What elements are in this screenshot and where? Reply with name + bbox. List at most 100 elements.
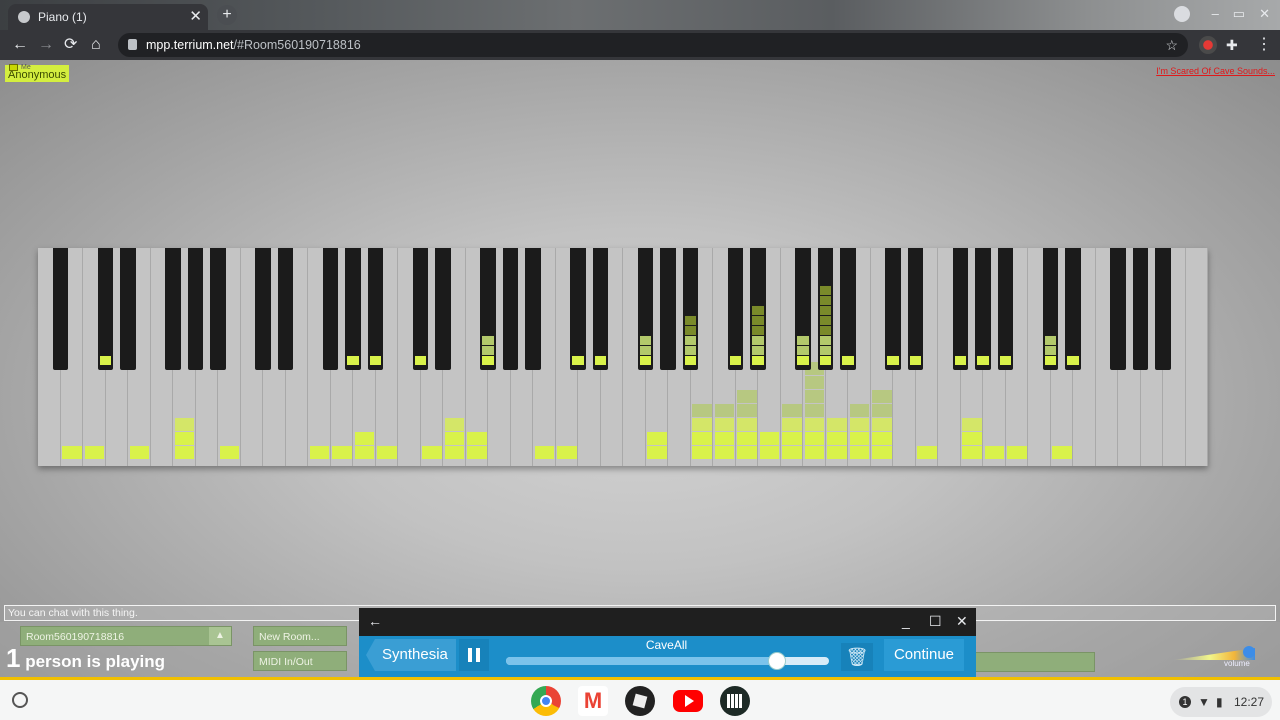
player-count-number: 1 (6, 643, 21, 673)
note-block (752, 326, 764, 335)
record-extension-icon[interactable] (1199, 36, 1217, 54)
white-key[interactable] (1185, 248, 1208, 466)
black-key[interactable] (210, 248, 226, 370)
room-info-link[interactable]: I'm Scared Of Cave Sounds... (1156, 66, 1275, 76)
midi-button[interactable]: MIDI In/Out (253, 651, 347, 671)
note-block (797, 336, 809, 345)
note-block (714, 418, 734, 431)
address-bar[interactable]: mpp.terrium.net/#Room560190718816 ☆ (118, 33, 1188, 57)
black-key[interactable] (255, 248, 271, 370)
extra-button[interactable] (975, 652, 1095, 672)
volume-knob[interactable] (1243, 646, 1255, 658)
browser-tab[interactable]: Piano (1) ✕ (8, 4, 208, 30)
room-selector[interactable]: Room560190718816 ▲ (20, 626, 232, 646)
black-key[interactable] (412, 248, 429, 370)
roblox-app-icon[interactable] (625, 686, 655, 716)
song-progress-track[interactable] (506, 652, 829, 670)
profile-icon[interactable] (1173, 6, 1190, 22)
note-block (827, 418, 847, 431)
continue-button[interactable]: Continue (884, 639, 964, 671)
black-key[interactable] (997, 248, 1014, 370)
note-block (782, 404, 802, 417)
user-name-tag[interactable]: Me Anonymous (5, 64, 70, 82)
pause-icon-bar (476, 648, 480, 662)
synthesia-close-icon[interactable]: ✕ (956, 613, 968, 630)
black-key[interactable] (525, 248, 541, 370)
black-key[interactable] (322, 248, 339, 370)
black-key[interactable] (1065, 248, 1081, 370)
minimize-window-icon[interactable]: – (1212, 6, 1219, 22)
pause-button[interactable] (459, 639, 489, 671)
synthesia-app-icon[interactable] (720, 686, 750, 716)
black-key[interactable] (52, 248, 69, 370)
new-tab-button[interactable]: + (217, 5, 237, 25)
synthesia-minimize-icon[interactable]: _ (902, 613, 910, 629)
note-block (684, 326, 697, 335)
gmail-app-icon[interactable]: M (578, 686, 608, 716)
note-block (954, 356, 967, 365)
home-icon[interactable]: ⌂ (91, 36, 101, 54)
note-block (1044, 336, 1057, 345)
launcher-icon[interactable] (12, 692, 28, 708)
chrome-app-icon[interactable] (531, 686, 561, 716)
close-window-icon[interactable]: ✕ (1259, 6, 1270, 22)
room-dropdown-arrow-icon[interactable]: ▲ (209, 627, 231, 645)
note-block (849, 418, 869, 431)
black-key[interactable] (435, 248, 451, 370)
black-key[interactable] (1155, 248, 1171, 370)
black-key[interactable] (660, 248, 676, 370)
note-block (84, 446, 104, 459)
black-key[interactable] (502, 248, 519, 370)
youtube-app-icon[interactable] (673, 690, 703, 712)
black-key[interactable] (187, 248, 204, 370)
note-block (1067, 356, 1079, 365)
wifi-icon: ▼ (1198, 695, 1210, 709)
trash-icon[interactable]: 🗑 (841, 643, 873, 671)
note-block (129, 446, 149, 459)
maximize-window-icon[interactable]: ▭ (1233, 6, 1245, 22)
tab-close-icon[interactable]: ✕ (189, 4, 202, 30)
black-key[interactable] (952, 248, 969, 370)
black-key[interactable] (840, 248, 856, 370)
note-block (872, 432, 892, 445)
black-key[interactable] (727, 248, 744, 370)
black-key[interactable] (885, 248, 901, 370)
black-key[interactable] (592, 248, 609, 370)
extensions-puzzle-icon[interactable]: ✚ (1226, 36, 1238, 54)
me-marker-icon (9, 64, 18, 71)
black-key[interactable] (367, 248, 384, 370)
note-block (849, 446, 869, 459)
black-key[interactable] (345, 248, 361, 370)
bookmark-star-icon[interactable]: ☆ (1165, 33, 1178, 57)
note-block (752, 316, 764, 325)
back-icon[interactable]: ← (12, 36, 28, 54)
piano-keyboard[interactable] (38, 248, 1208, 468)
note-block (444, 446, 464, 459)
black-key[interactable] (165, 248, 181, 370)
forward-icon[interactable]: → (38, 36, 54, 54)
black-key[interactable] (120, 248, 136, 370)
synthesia-back-icon[interactable]: ← (368, 613, 382, 629)
black-key[interactable] (975, 248, 991, 370)
menu-icon[interactable]: ⋮ (1256, 36, 1272, 54)
note-block (1044, 346, 1057, 355)
note-block (557, 446, 577, 459)
black-key[interactable] (277, 248, 294, 370)
synthesia-tab[interactable]: Synthesia (366, 639, 456, 671)
black-key[interactable] (97, 248, 114, 370)
note-block (737, 432, 757, 445)
synthesia-maximize-icon[interactable]: ☐ (929, 613, 942, 630)
note-block (827, 446, 847, 459)
system-tray[interactable]: 1 ▼ ▮ 12:27 (1170, 687, 1272, 717)
reload-icon[interactable]: ⟳ (64, 36, 77, 54)
black-key[interactable] (1132, 248, 1149, 370)
black-key[interactable] (570, 248, 586, 370)
song-progress-knob[interactable] (768, 652, 787, 670)
black-key[interactable] (907, 248, 924, 370)
note-block (782, 446, 802, 459)
new-room-button[interactable]: New Room... (253, 626, 347, 646)
black-key[interactable] (1110, 248, 1126, 370)
note-block (999, 356, 1012, 365)
note-block (714, 404, 734, 417)
synthesia-titlebar: ← _ ☐ ✕ (359, 608, 976, 636)
